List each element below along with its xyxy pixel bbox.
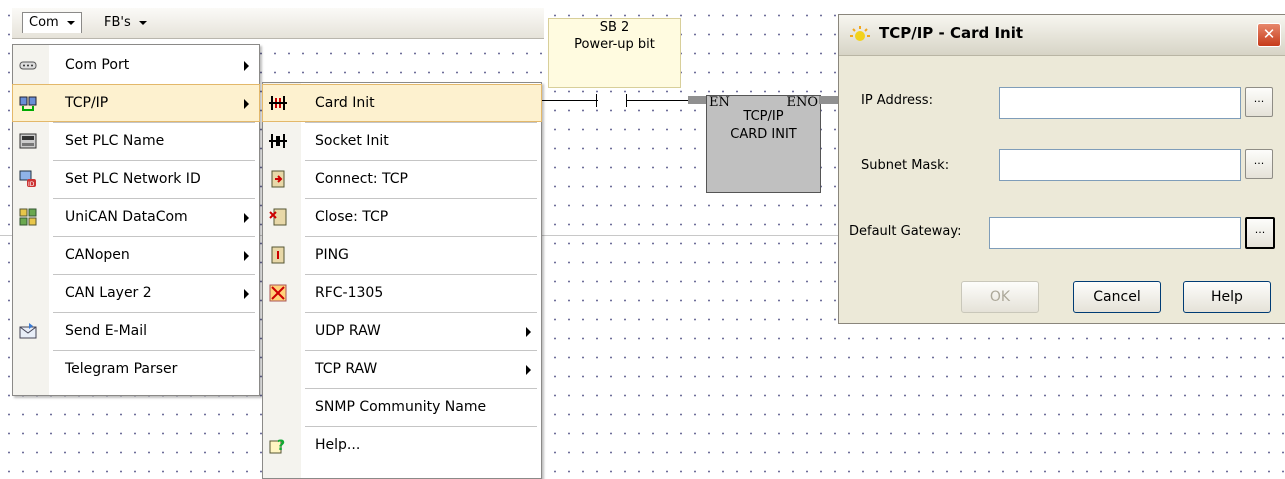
menu-item-tcp-raw[interactable]: TCP RAW bbox=[263, 351, 541, 387]
menu-item-canopen[interactable]: CANopen bbox=[13, 237, 259, 273]
svg-text:?: ? bbox=[277, 438, 285, 454]
menu-item-label: Close: TCP bbox=[315, 209, 389, 225]
ip-address-field[interactable] bbox=[999, 87, 1241, 119]
close-connection-icon bbox=[269, 208, 287, 226]
menu-fbs[interactable]: FB's bbox=[98, 13, 153, 33]
wire-out bbox=[819, 96, 839, 104]
menubar: Com FB's bbox=[12, 8, 544, 39]
menu-item-label: UDP RAW bbox=[315, 323, 381, 339]
ping-icon bbox=[269, 246, 287, 264]
comment-line-2: Power-up bit bbox=[574, 37, 655, 52]
menu-item-label: Card Init bbox=[315, 95, 375, 111]
menu-item-send-e-mail[interactable]: Send E-Mail bbox=[13, 313, 259, 349]
rung-wire-left bbox=[540, 100, 598, 101]
submenu-arrow-icon bbox=[244, 61, 249, 71]
email-icon bbox=[19, 322, 37, 340]
help-button[interactable]: Help bbox=[1183, 281, 1271, 313]
menu-com[interactable]: Com bbox=[22, 12, 82, 33]
com-port-icon bbox=[19, 56, 37, 74]
comment-line-1: SB 2 bbox=[599, 20, 630, 35]
fb-title-line-1: TCP/IP bbox=[743, 109, 784, 124]
menu-item-com-port[interactable]: Com Port bbox=[13, 47, 259, 83]
menu-item-unican-datacom[interactable]: UniCAN DataCom bbox=[13, 199, 259, 235]
submenu-arrow-icon bbox=[244, 251, 249, 261]
lightbulb-icon bbox=[850, 26, 870, 41]
menu-item-label: TCP/IP bbox=[65, 95, 109, 111]
menu-item-label: Send E-Mail bbox=[65, 323, 148, 339]
menu-item-snmp-community-name[interactable]: SNMP Community Name bbox=[263, 389, 541, 425]
submenu-arrow-icon bbox=[244, 213, 249, 223]
menu-item-udp-raw[interactable]: UDP RAW bbox=[263, 313, 541, 349]
chevron-down-icon bbox=[66, 20, 75, 25]
menu-item-socket-init[interactable]: Socket Init bbox=[263, 123, 541, 159]
menu-item-label: Com Port bbox=[65, 57, 130, 73]
connect-icon bbox=[269, 170, 287, 188]
network-id-icon: ID bbox=[19, 170, 37, 188]
menu-fbs-label: FB's bbox=[104, 15, 131, 30]
card-init-dialog: TCP/IP - Card Init ✕ IP Address: ... Sub… bbox=[838, 14, 1285, 324]
submenu-arrow-icon bbox=[244, 99, 249, 109]
function-block-card-init[interactable]: EN ENO TCP/IP CARD INIT bbox=[706, 95, 821, 193]
rfc-icon bbox=[269, 284, 287, 302]
tcpip-submenu: Card Init Socket Init Connect: TCP Close: T… bbox=[262, 82, 542, 479]
contact-comment[interactable]: SB 2 Power-up bit bbox=[548, 18, 681, 88]
menu-item-label: TCP RAW bbox=[315, 361, 378, 377]
network-icon bbox=[19, 94, 37, 112]
menu-item-label: Connect: TCP bbox=[315, 171, 409, 187]
menu-item-label: CANopen bbox=[65, 247, 130, 263]
dialog-titlebar[interactable]: TCP/IP - Card Init ✕ bbox=[839, 15, 1285, 56]
menu-item-telegram-parser[interactable]: Telegram Parser bbox=[13, 351, 259, 387]
chevron-down-icon bbox=[138, 20, 147, 25]
menu-item-rfc-1305[interactable]: RFC-1305 bbox=[263, 275, 541, 311]
ok-button[interactable]: OK bbox=[961, 281, 1039, 313]
card-init-icon bbox=[269, 94, 287, 112]
socket-init-icon bbox=[269, 132, 287, 150]
unican-icon bbox=[19, 208, 37, 226]
submenu-arrow-icon bbox=[526, 365, 531, 375]
menu-item-label: SNMP Community Name bbox=[315, 399, 487, 415]
menu-item-label: PING bbox=[315, 247, 349, 263]
menu-item-close-tcp[interactable]: Close: TCP bbox=[263, 199, 541, 235]
default-gateway-label: Default Gateway: bbox=[849, 224, 962, 239]
svg-text:ID: ID bbox=[28, 181, 35, 188]
menu-item-label: CAN Layer 2 bbox=[65, 285, 152, 301]
menu-com-label: Com bbox=[29, 15, 59, 30]
menu-item-can-layer-2[interactable]: CAN Layer 2 bbox=[13, 275, 259, 311]
cancel-button[interactable]: Cancel bbox=[1073, 281, 1161, 313]
submenu-arrow-icon bbox=[526, 327, 531, 337]
fb-title: TCP/IP CARD INIT bbox=[707, 108, 820, 144]
menu-item-set-plc-network-id[interactable]: ID Set PLC Network ID bbox=[13, 161, 259, 197]
menu-item-label: Set PLC Name bbox=[65, 133, 165, 149]
menu-item-ping[interactable]: PING bbox=[263, 237, 541, 273]
default-gateway-field[interactable] bbox=[989, 217, 1241, 249]
plc-name-icon bbox=[19, 132, 37, 150]
menu-item-label: Socket Init bbox=[315, 133, 389, 149]
ip-address-browse-button[interactable]: ... bbox=[1245, 87, 1273, 117]
com-menu: Com Port TCP/IP Set PLC Name ID Set PLC Netw… bbox=[12, 44, 260, 396]
fb-title-line-2: CARD INIT bbox=[730, 127, 797, 142]
close-button[interactable]: ✕ bbox=[1257, 23, 1281, 47]
menu-item-label: Help... bbox=[315, 437, 361, 453]
dialog-title: TCP/IP - Card Init bbox=[879, 24, 1024, 42]
default-gateway-browse-button[interactable]: ... bbox=[1245, 217, 1275, 249]
menu-item-label: UniCAN DataCom bbox=[65, 209, 188, 225]
menu-item-connect-tcp[interactable]: Connect: TCP bbox=[263, 161, 541, 197]
help-icon: ? bbox=[269, 436, 287, 454]
subnet-mask-field[interactable] bbox=[999, 149, 1241, 181]
menu-item-set-plc-name[interactable]: Set PLC Name bbox=[13, 123, 259, 159]
subnet-mask-label: Subnet Mask: bbox=[861, 158, 950, 173]
menu-item-label: Set PLC Network ID bbox=[65, 171, 201, 187]
menu-item-label: RFC-1305 bbox=[315, 285, 384, 301]
menu-item-card-init[interactable]: Card Init bbox=[262, 84, 542, 122]
menu-item-help[interactable]: ? Help... bbox=[263, 427, 541, 463]
menu-item-label: Telegram Parser bbox=[65, 361, 178, 377]
ip-address-label: IP Address: bbox=[861, 93, 933, 108]
subnet-mask-browse-button[interactable]: ... bbox=[1245, 149, 1273, 179]
contact-left-bar bbox=[596, 94, 597, 107]
wire-highlight bbox=[688, 96, 708, 104]
submenu-arrow-icon bbox=[244, 289, 249, 299]
menu-item-tcp-ip[interactable]: TCP/IP bbox=[12, 84, 260, 122]
